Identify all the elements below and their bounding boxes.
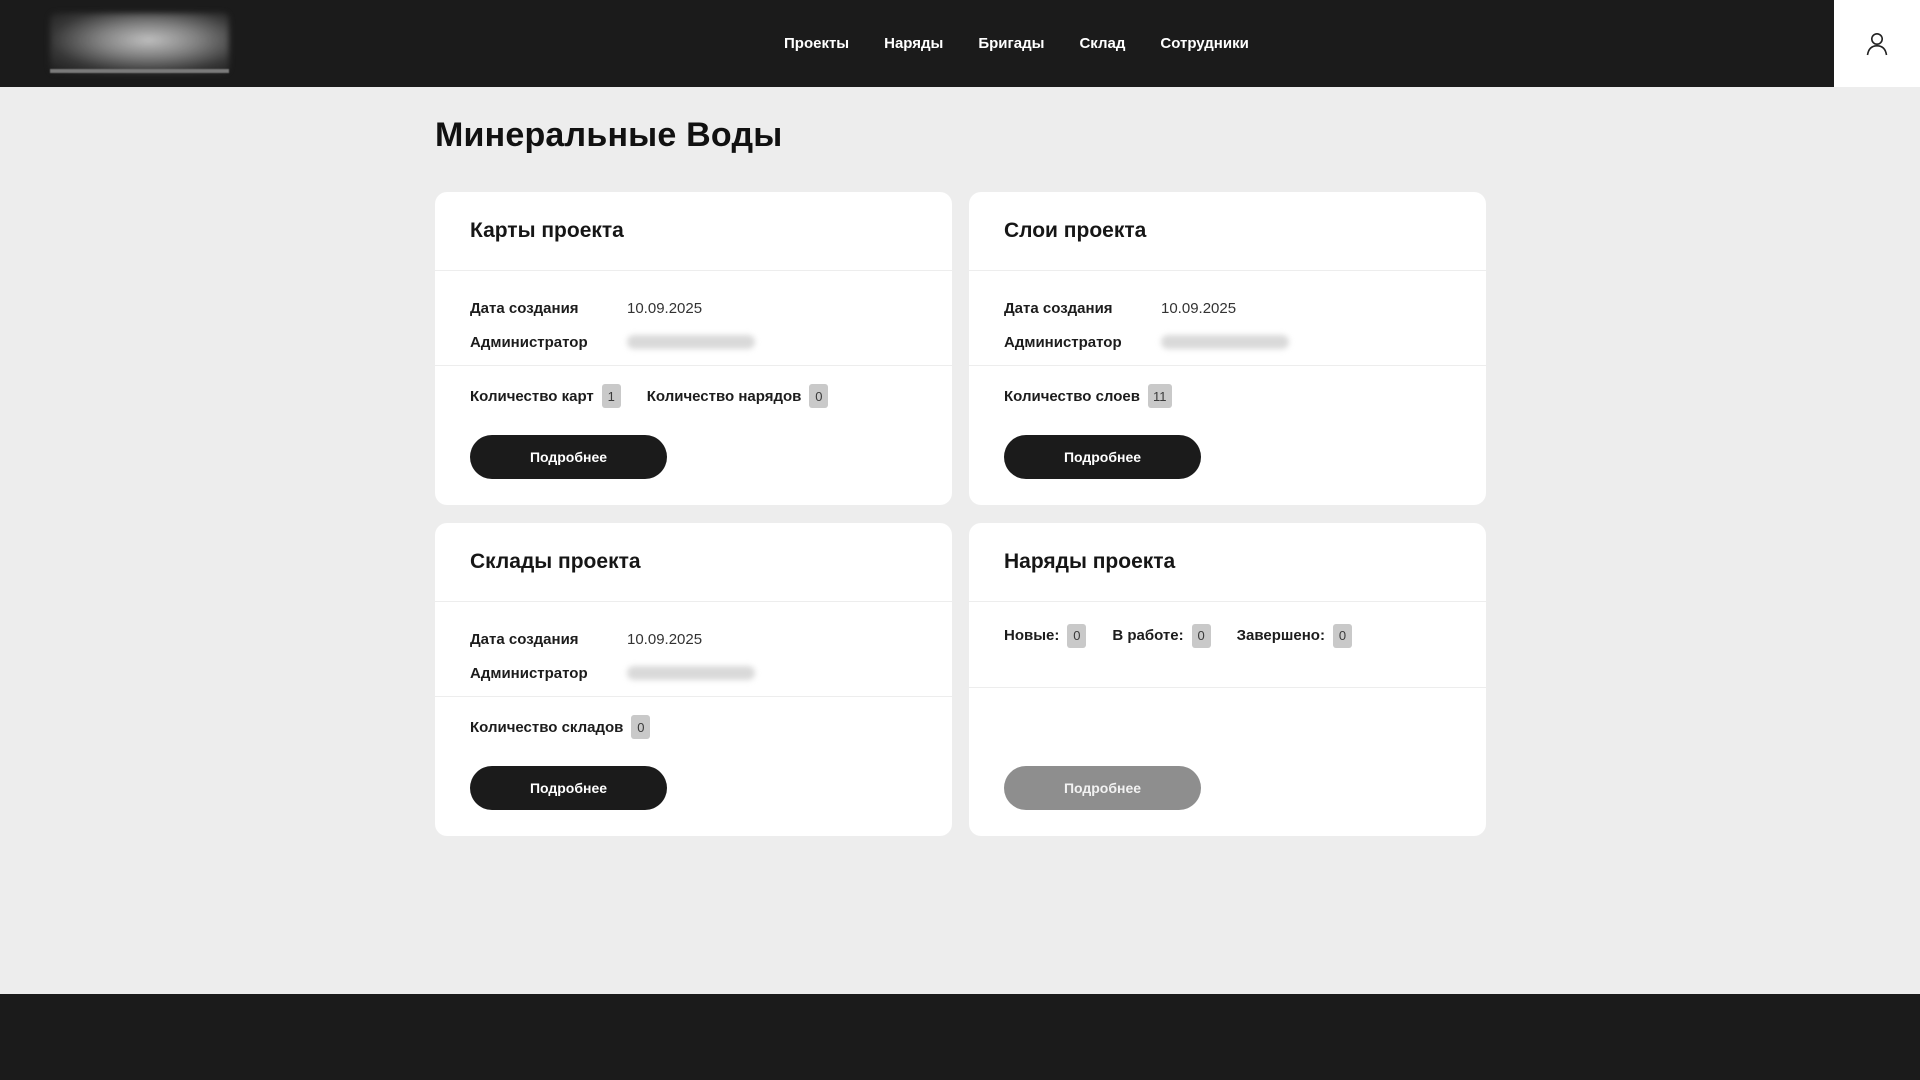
card-title: Слои проекта (1004, 219, 1147, 242)
orders-new-count: Новые: 0 (1004, 623, 1087, 648)
card-title: Наряды проекта (1004, 550, 1176, 573)
details-button[interactable]: Подробнее (470, 435, 667, 479)
card-project-layers: Слои проекта Дата создания 10.09.2025 Ад… (969, 192, 1486, 505)
orders-status-counts: Новые: 0 В работе: 0 Завершено: 0 (969, 602, 1486, 688)
card-header: Карты проекта (435, 192, 952, 271)
card-header: Наряды проекта (969, 523, 1486, 602)
count-label: Количество складов (470, 718, 624, 736)
card-title: Склады проекта (470, 550, 641, 573)
card-info: Дата создания 10.09.2025 Администратор (969, 271, 1486, 366)
count-badge: 0 (1067, 623, 1087, 648)
card-counts: Количество слоев 11 (969, 366, 1486, 426)
status-label: В работе: (1112, 627, 1184, 644)
admin-label: Администратор (1004, 333, 1122, 351)
created-value: 10.09.2025 (1161, 299, 1237, 317)
created-row: Дата создания 10.09.2025 (1004, 291, 1451, 325)
admin-row: Администратор (470, 325, 917, 359)
created-value: 10.09.2025 (627, 299, 703, 317)
orders-done-count: Завершено: 0 (1236, 623, 1352, 648)
main-nav: Проекты Наряды Бригады Склад Сотрудники (784, 0, 1249, 87)
page-footer (0, 994, 1920, 1080)
card-title: Карты проекта (470, 219, 624, 242)
maps-count: Количество карт 1 (470, 384, 621, 408)
admin-row: Администратор (1004, 325, 1451, 359)
count-label: Количество карт (470, 387, 594, 405)
admin-value-redacted (627, 666, 755, 680)
nav-item-warehouse[interactable]: Склад (1079, 35, 1125, 52)
admin-label: Администратор (470, 333, 588, 351)
details-button[interactable]: Подробнее (1004, 435, 1201, 479)
admin-value-redacted (1161, 335, 1289, 349)
card-counts: Количество карт 1 Количество нарядов 0 (435, 366, 952, 426)
count-badge: 0 (1332, 623, 1352, 648)
nav-item-employees[interactable]: Сотрудники (1160, 35, 1248, 52)
page-title: Минеральные Воды (435, 116, 783, 154)
card-project-maps: Карты проекта Дата создания 10.09.2025 А… (435, 192, 952, 505)
count-badge: 0 (809, 384, 829, 408)
created-row: Дата создания 10.09.2025 (470, 291, 917, 325)
created-row: Дата создания 10.09.2025 (470, 622, 917, 656)
admin-row: Администратор (470, 656, 917, 690)
count-badge: 0 (631, 715, 651, 739)
created-value: 10.09.2025 (627, 630, 703, 648)
card-info: Дата создания 10.09.2025 Администратор (435, 602, 952, 697)
layers-count: Количество слоев 11 (1004, 384, 1172, 408)
count-badge: 0 (1191, 623, 1211, 648)
orders-inwork-count: В работе: 0 (1112, 623, 1211, 648)
card-info: Дата создания 10.09.2025 Администратор (435, 271, 952, 366)
logo-underline (50, 69, 229, 73)
card-project-orders: Наряды проекта Новые: 0 В работе: 0 Заве… (969, 523, 1486, 836)
user-profile-button[interactable] (1834, 0, 1920, 87)
card-counts: Количество складов 0 (435, 697, 952, 757)
status-label: Новые: (1004, 627, 1060, 644)
nav-item-teams[interactable]: Бригады (978, 35, 1044, 52)
card-header: Склады проекта (435, 523, 952, 602)
created-label: Дата создания (1004, 299, 1113, 317)
card-header: Слои проекта (969, 192, 1486, 271)
nav-item-orders[interactable]: Наряды (884, 35, 943, 52)
card-project-warehouses: Склады проекта Дата создания 10.09.2025 … (435, 523, 952, 836)
count-label: Количество слоев (1004, 387, 1140, 405)
count-label: Количество нарядов (646, 387, 802, 405)
nav-item-projects[interactable]: Проекты (784, 35, 849, 52)
admin-value-redacted (627, 335, 755, 349)
warehouses-count: Количество складов 0 (470, 715, 651, 739)
top-navbar: Проекты Наряды Бригады Склад Сотрудники (0, 0, 1920, 87)
details-button-disabled: Подробнее (1004, 766, 1201, 810)
details-button[interactable]: Подробнее (470, 766, 667, 810)
created-label: Дата создания (470, 299, 579, 317)
created-label: Дата создания (470, 630, 579, 648)
status-label: Завершено: (1236, 627, 1325, 644)
count-badge: 1 (601, 384, 621, 408)
user-icon (1866, 32, 1888, 55)
orders-count: Количество нарядов 0 (647, 384, 829, 408)
company-logo[interactable] (50, 13, 229, 73)
admin-label: Администратор (470, 664, 588, 682)
count-badge: 11 (1148, 384, 1172, 408)
